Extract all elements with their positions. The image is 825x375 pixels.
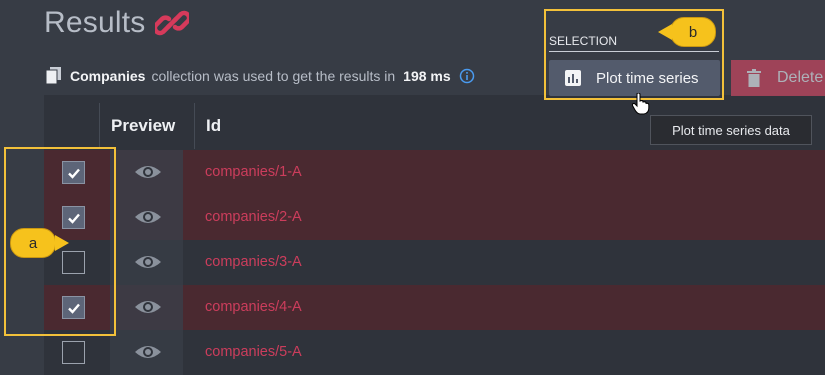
callout-a: a	[10, 228, 69, 258]
link-icon[interactable]	[153, 6, 192, 40]
eye-icon[interactable]	[133, 162, 163, 182]
eye-icon[interactable]	[133, 297, 163, 317]
info-icon[interactable]	[459, 68, 475, 84]
eye-icon[interactable]	[133, 342, 163, 362]
document-link[interactable]: companies/3-A	[205, 254, 302, 270]
document-link[interactable]: companies/2-A	[205, 209, 302, 225]
callout-b: b	[658, 17, 716, 47]
callout-a-label: a	[28, 234, 38, 252]
column-header-id[interactable]: Id	[206, 103, 221, 149]
eye-icon[interactable]	[133, 207, 163, 227]
callout-pointer	[55, 235, 69, 251]
results-header: Results	[44, 6, 192, 40]
row-checkbox[interactable]	[62, 341, 85, 364]
document-link[interactable]: companies/1-A	[205, 164, 302, 180]
documents-icon	[45, 67, 61, 85]
document-link[interactable]: companies/5-A	[205, 344, 302, 360]
collection-text: collection	[151, 67, 210, 84]
column-separator	[99, 103, 100, 149]
hand-cursor-icon	[631, 93, 650, 115]
callout-b-label: b	[688, 23, 698, 41]
column-separator	[194, 103, 195, 149]
query-duration: 198 ms	[403, 67, 451, 84]
tooltip: Plot time series data	[650, 115, 812, 145]
column-header-preview[interactable]: Preview	[111, 103, 175, 149]
delete-button[interactable]: Delete	[731, 60, 825, 96]
used-text: was used to get the results in	[213, 67, 396, 84]
trash-icon	[746, 69, 762, 87]
eye-icon[interactable]	[133, 252, 163, 272]
collection-name: Companies	[70, 67, 146, 84]
delete-button-label: Delete	[777, 69, 824, 86]
document-link[interactable]: companies/4-A	[205, 299, 302, 315]
page-title: Results	[44, 6, 146, 39]
callout-pointer	[658, 24, 672, 40]
query-info: Companies collection was used to get the…	[45, 67, 475, 85]
